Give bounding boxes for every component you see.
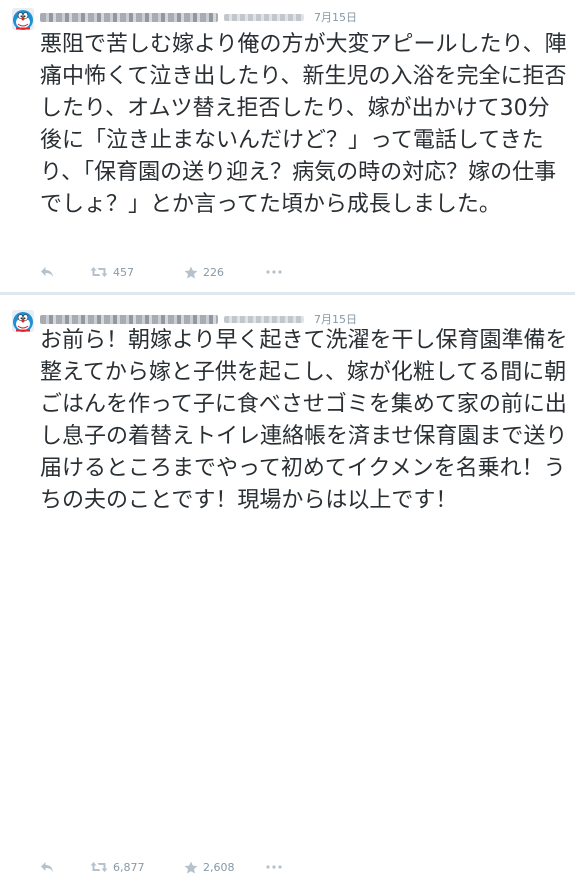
more-icon bbox=[266, 865, 282, 869]
retweet-count: 457 bbox=[113, 265, 134, 279]
more-icon bbox=[266, 270, 282, 274]
doraemon-avatar-icon[interactable] bbox=[12, 8, 34, 30]
retweet-button[interactable]: 457 bbox=[90, 266, 184, 279]
reply-button[interactable] bbox=[40, 861, 90, 873]
retweet-button[interactable]: 6,877 bbox=[90, 861, 184, 874]
retweet-icon bbox=[90, 267, 108, 277]
avatar-image bbox=[12, 8, 34, 30]
favorite-count: 226 bbox=[203, 265, 224, 279]
author-handle-blurred[interactable] bbox=[224, 13, 304, 21]
tweet-text: 悪阻で苦しむ嫁より俺の方が大変アピールしたり、陣痛中怖くて泣き出したり、新生児の… bbox=[40, 32, 567, 217]
retweet-icon bbox=[90, 862, 108, 872]
timeline: 7月15日 悪阻で苦しむ嫁より俺の方が大変アピールしたり、陣痛中怖くて泣き出した… bbox=[0, 0, 575, 874]
star-icon bbox=[184, 266, 198, 278]
favorite-button[interactable]: 2,608 bbox=[184, 861, 266, 874]
favorite-count: 2,608 bbox=[203, 860, 235, 874]
author-handle-blurred[interactable] bbox=[224, 315, 304, 323]
tweet-text: お前ら！朝嫁より早く起きて洗濯を干し保育園準備を整えてから嫁と子供を起こし、嫁が… bbox=[40, 328, 568, 513]
retweet-count: 6,877 bbox=[113, 860, 145, 874]
avatar-image bbox=[12, 310, 34, 332]
doraemon-avatar-icon[interactable] bbox=[12, 310, 34, 332]
tweet-header: 7月15日 bbox=[40, 9, 357, 25]
tweet-2: 7月15日 お前ら！朝嫁より早く起きて洗濯を干し保育園準備を整えてから嫁と子供を… bbox=[0, 295, 575, 874]
reply-button[interactable] bbox=[40, 266, 90, 278]
star-icon bbox=[184, 861, 198, 873]
reply-icon bbox=[41, 862, 53, 872]
more-button[interactable] bbox=[266, 270, 282, 274]
reply-icon bbox=[41, 267, 53, 277]
tweet-actions: 457 226 bbox=[40, 262, 282, 282]
tweet-actions: 6,877 2,608 bbox=[40, 857, 282, 877]
favorite-button[interactable]: 226 bbox=[184, 266, 266, 279]
tweet-1: 7月15日 悪阻で苦しむ嫁より俺の方が大変アピールしたり、陣痛中怖くて泣き出した… bbox=[0, 0, 575, 292]
more-button[interactable] bbox=[266, 865, 282, 869]
tweet-timestamp[interactable]: 7月15日 bbox=[314, 9, 357, 25]
author-name-blurred[interactable] bbox=[40, 12, 218, 22]
author-name-blurred[interactable] bbox=[40, 314, 218, 324]
